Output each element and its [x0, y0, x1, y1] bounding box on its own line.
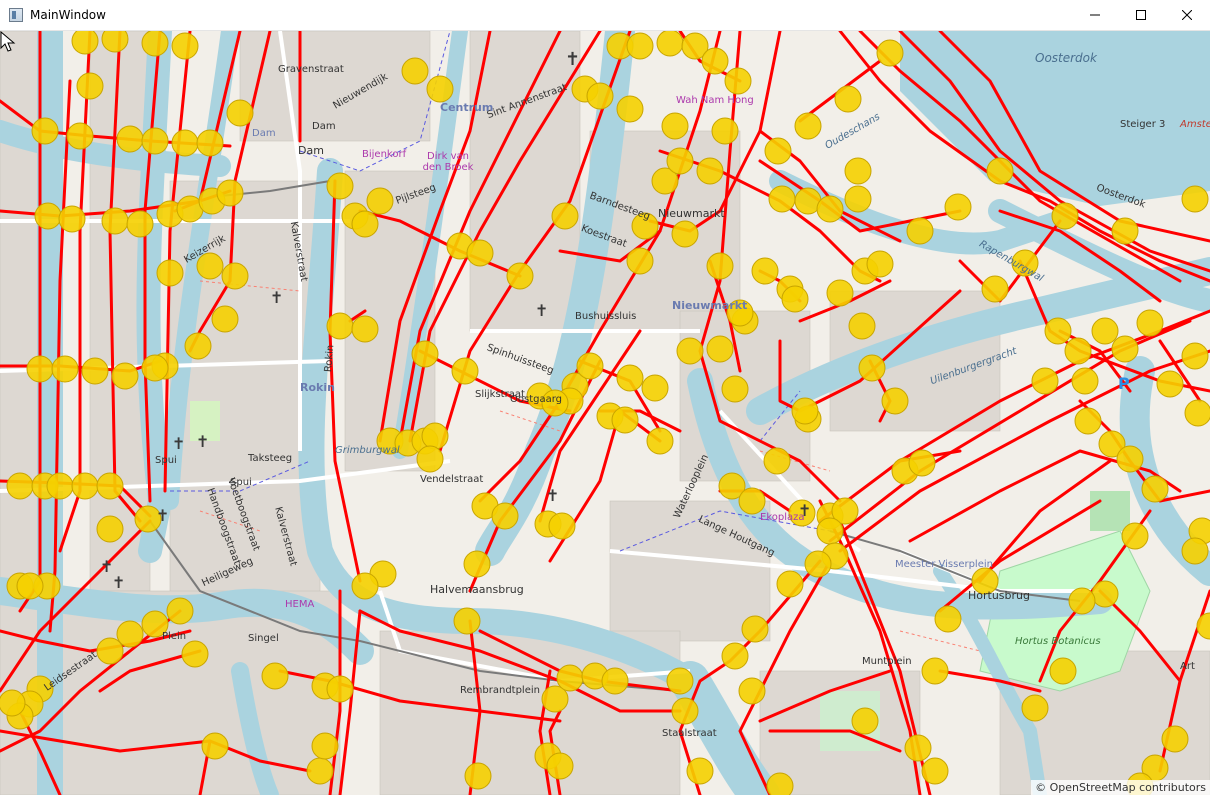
street-label: Dam — [298, 144, 324, 157]
minimize-icon — [1090, 14, 1100, 16]
district-label: Rokin — [300, 381, 335, 394]
window-title: MainWindow — [30, 8, 106, 22]
svg-text:✝: ✝ — [172, 434, 185, 453]
water-label: Oosterdok — [1035, 51, 1097, 65]
street-label: Staalstraat — [662, 728, 717, 739]
shop-label: HEMA — [285, 599, 315, 610]
shop-label: Dirk van den Broek — [422, 151, 474, 173]
maximize-button[interactable] — [1118, 0, 1164, 30]
district-label: Centrum — [440, 101, 494, 114]
street-label: Hortusbrug — [968, 589, 1030, 602]
shop-label: Bijenkorf — [362, 149, 407, 160]
street-label: Oostgaarg — [510, 394, 563, 405]
map-view[interactable]: ✝ ✝ ✝ ✝ ✝ ✝ ✝ ✝ ✝ ✝ P Oosterdok Steiger … — [0, 31, 1210, 795]
svg-text:✝: ✝ — [535, 301, 548, 320]
app-window-icon — [9, 8, 23, 22]
street-label: Spui — [155, 455, 177, 466]
street-label: Dam — [312, 121, 336, 132]
water-label: Steiger 3 — [1120, 119, 1166, 130]
street-label: Taksteeg — [248, 453, 293, 464]
svg-text:✝: ✝ — [565, 49, 580, 70]
close-icon — [1182, 10, 1192, 20]
street-label: Gravenstraat — [278, 64, 344, 75]
district-label: Nieuwmarkt — [672, 299, 748, 312]
svg-text:✝: ✝ — [546, 486, 559, 505]
poi-label: Wah Nam Hong — [676, 95, 754, 106]
water-label: Grimburgwal — [335, 445, 400, 456]
street-label: Vendelstraat — [420, 474, 484, 485]
title-bar[interactable]: MainWindow — [0, 0, 1210, 31]
street-label: Muntplein — [862, 656, 912, 667]
street-label: Bushuissluis — [575, 311, 637, 322]
park-label: Hortus Botanicus — [1015, 636, 1101, 647]
street-label: Art — [1180, 661, 1195, 672]
svg-text:✝: ✝ — [112, 573, 125, 592]
minimize-button[interactable] — [1072, 0, 1118, 30]
mouse-cursor-icon — [0, 31, 16, 52]
street-label: Singel — [248, 633, 279, 644]
close-button[interactable] — [1164, 0, 1210, 30]
main-window: MainWindow ✝ ✝ ✝ ✝ ✝ ✝ ✝ ✝ ✝ ✝ P Oosterd… — [0, 0, 1210, 795]
street-label: Meester Visserplein — [895, 559, 993, 570]
svg-text:✝: ✝ — [196, 432, 209, 451]
shop-label: Ekoplaza — [760, 512, 805, 523]
water-label: Amste — [1180, 119, 1210, 130]
street-label: Nieuwmarkt — [658, 207, 725, 220]
map-canvas[interactable]: ✝ ✝ ✝ ✝ ✝ ✝ ✝ ✝ ✝ ✝ P — [0, 31, 1210, 795]
svg-text:P: P — [1118, 374, 1130, 393]
maximize-icon — [1136, 10, 1146, 20]
street-label: Halvemaansbrug — [430, 583, 524, 596]
svg-text:✝: ✝ — [156, 506, 169, 525]
street-label: Plein — [162, 631, 187, 642]
street-label: Rembrandtplein — [460, 685, 540, 696]
map-attribution: © OpenStreetMap contributors — [1031, 780, 1210, 795]
street-label: Dam — [252, 128, 276, 139]
svg-text:✝: ✝ — [270, 288, 283, 307]
